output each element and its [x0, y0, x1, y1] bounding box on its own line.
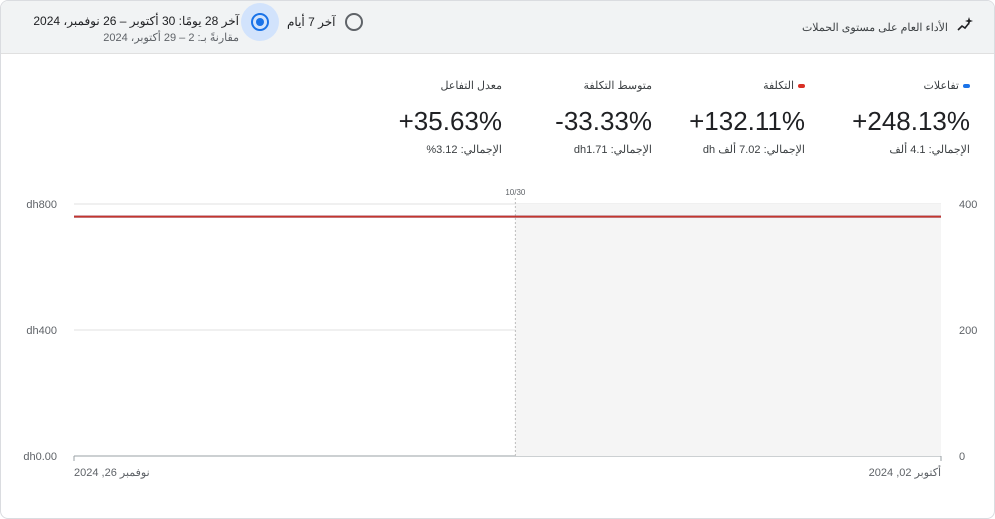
metric-interactions[interactable]: تفاعلات +248.13% الإجمالي: 4.1 ألف [810, 79, 970, 156]
label-last-7-days[interactable]: آخر 7 أيام [287, 15, 336, 29]
x-axis-start-label: نوفمبر 26, 2024 [74, 467, 150, 479]
period-divider-label: 10/30 [505, 188, 526, 197]
metric-total: الإجمالي: 3.12% [426, 144, 502, 156]
metric-total: الإجمالي: 7.02 ألف dh [702, 144, 805, 156]
metric-label: التكلفة [763, 80, 794, 92]
card-title: الأداء العام على مستوى الحملات [801, 22, 948, 34]
card-title-row: الأداء العام على مستوى الحملات [802, 16, 974, 39]
metric-engagement-rate[interactable]: معدل التفاعل +35.63% الإجمالي: 3.12% [342, 79, 502, 156]
performance-chart[interactable]: 10/30 dh0.00 dh400 dh800 0 200 400 نوفمبر 26, … [1, 186, 994, 516]
campaign-performance-card: الأداء العام على مستوى الحملات آخر 7 أيا… [0, 0, 995, 519]
insights-sparkle-icon [956, 16, 974, 39]
right-axis-tick-label: 400 [959, 199, 977, 211]
card-header: الأداء العام على مستوى الحملات آخر 7 أيا… [1, 1, 994, 54]
comparison-period-shade [515, 204, 941, 456]
metric-value: +132.11% [689, 106, 805, 136]
label-last-28-days[interactable]: آخر 28 يومًا: 30 أكتوبر – 26 نوفمبر، 202… [31, 14, 239, 28]
metric-label: تفاعلات [923, 80, 959, 92]
metric-total: الإجمالي: dh1.71 [573, 144, 652, 156]
metric-label: معدل التفاعل [440, 80, 502, 92]
label-compare-range: مقارنةً بـ: 2 – 29 أكتوبر، 2024 [103, 32, 239, 44]
left-axis-tick-label: dh400 [26, 325, 57, 337]
metric-value: +35.63% [398, 106, 502, 136]
radio-last-7-days[interactable] [345, 13, 363, 31]
metric-avg-cost[interactable]: متوسط التكلفة -33.33% الإجمالي: dh1.71 [492, 79, 652, 156]
x-axis-end-label: أكتوبر 02, 2024 [869, 465, 941, 479]
left-axis-tick-label: dh0.00 [23, 451, 57, 463]
series-color-swatch [963, 83, 970, 88]
right-axis-tick-label: 0 [959, 451, 965, 463]
metric-value: +248.13% [852, 106, 970, 136]
left-axis-tick-label: dh800 [26, 199, 57, 211]
right-axis-tick-label: 200 [959, 325, 977, 337]
metric-label: متوسط التكلفة [583, 80, 652, 92]
series-color-swatch [798, 83, 805, 88]
radio-last-28-days[interactable] [251, 13, 269, 31]
metric-value: -33.33% [555, 106, 652, 136]
metric-cost[interactable]: التكلفة +132.11% الإجمالي: 7.02 ألف dh [645, 79, 805, 156]
metric-total: الإجمالي: 4.1 ألف [889, 144, 970, 156]
